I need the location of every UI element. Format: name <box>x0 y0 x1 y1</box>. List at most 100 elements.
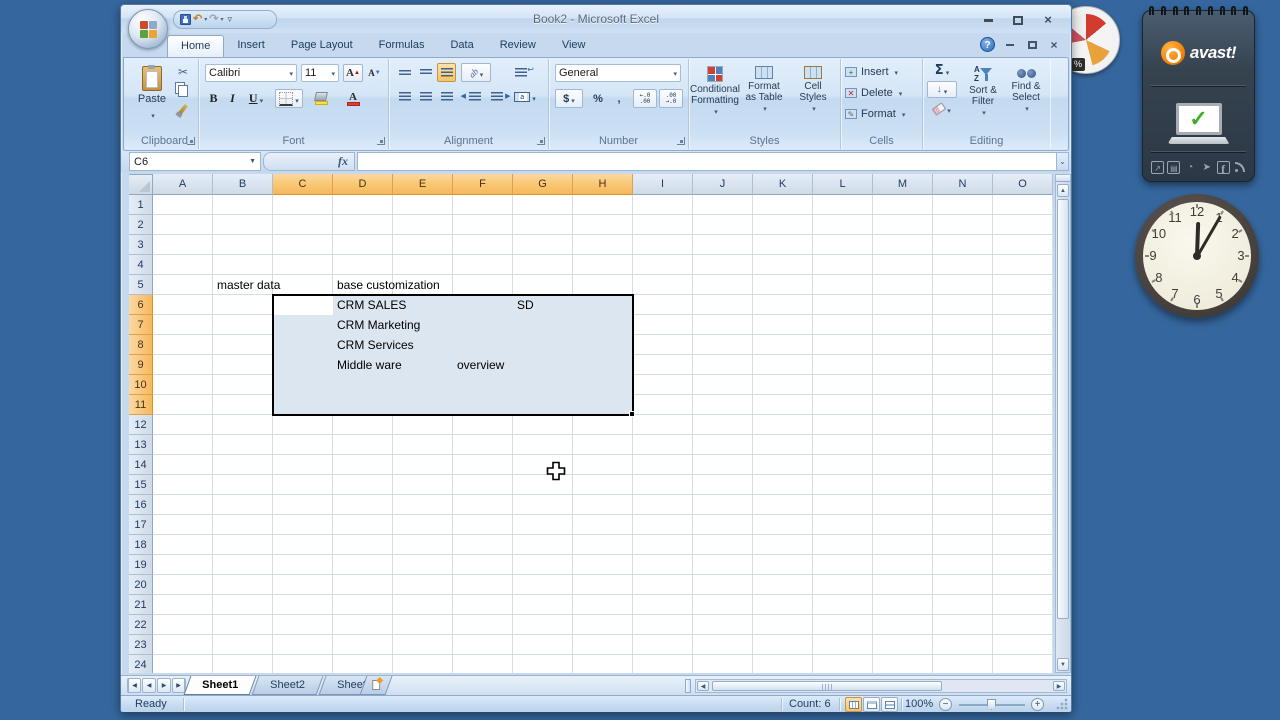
shrink-font-button[interactable]: A ▼ <box>365 64 384 82</box>
column-header-o[interactable]: O <box>993 174 1053 195</box>
office-button[interactable] <box>128 9 168 49</box>
row-header-17[interactable]: 17 <box>129 515 153 535</box>
top-align-button[interactable] <box>395 63 414 82</box>
news-icon[interactable]: ▤ <box>1167 160 1181 174</box>
help-button[interactable]: ? <box>980 37 995 52</box>
horizontal-split-handle[interactable] <box>685 679 691 693</box>
row-header-10[interactable]: 10 <box>129 375 153 395</box>
column-header-e[interactable]: E <box>393 174 453 195</box>
rss-icon[interactable] <box>1233 161 1246 174</box>
delete-cells-button[interactable]: ✕ Delete <box>845 84 902 102</box>
workbook-restore-button[interactable] <box>1023 39 1041 51</box>
middle-align-button[interactable] <box>416 63 435 82</box>
select-all-corner[interactable] <box>129 174 153 195</box>
row-header-1[interactable]: 1 <box>129 195 153 215</box>
column-header-f[interactable]: F <box>453 174 513 195</box>
column-header-j[interactable]: J <box>693 174 753 195</box>
format-as-table-button[interactable]: Format as Table <box>741 62 787 122</box>
vertical-scroll-thumb[interactable] <box>1057 199 1069 619</box>
tab-review[interactable]: Review <box>487 35 549 57</box>
normal-view-button[interactable] <box>845 697 862 712</box>
avast-gadget[interactable]: avast! ✓ ↗ ▤ ◔ ➤ f <box>1142 6 1255 182</box>
column-header-k[interactable]: K <box>753 174 813 195</box>
zoom-slider-thumb[interactable] <box>987 699 996 710</box>
align-right-button[interactable] <box>437 87 456 106</box>
formula-input[interactable] <box>357 152 1057 171</box>
redo-dropdown-icon[interactable]: ▾ <box>220 16 223 23</box>
increase-indent-button[interactable] <box>487 87 511 106</box>
tab-insert[interactable]: Insert <box>224 35 278 57</box>
row-header-6[interactable]: 6 <box>129 295 153 315</box>
decrease-indent-button[interactable] <box>461 87 484 106</box>
zoom-level[interactable]: 100% <box>905 698 933 710</box>
selection-fill-handle[interactable] <box>629 411 635 417</box>
format-cells-button[interactable]: ✎ Format <box>845 105 905 123</box>
row-header-3[interactable]: 3 <box>129 235 153 255</box>
scroll-up-icon[interactable]: ▲ <box>1057 184 1069 197</box>
column-header-h[interactable]: H <box>573 174 633 195</box>
workbook-minimize-button[interactable] <box>1001 39 1019 51</box>
insert-cells-button[interactable]: + Insert <box>845 63 898 81</box>
sort-filter-button[interactable]: Sort & Filter <box>961 62 1005 122</box>
resize-grip-icon[interactable] <box>1056 698 1068 710</box>
row-header-18[interactable]: 18 <box>129 535 153 555</box>
column-header-l[interactable]: L <box>813 174 873 195</box>
undo-dropdown-icon[interactable]: ▾ <box>204 16 207 23</box>
grow-font-button[interactable]: A ▲ <box>343 64 363 82</box>
tab-home[interactable]: Home <box>167 35 225 57</box>
row-header-22[interactable]: 22 <box>129 615 153 635</box>
next-sheet-icon[interactable]: ▶ <box>157 678 171 693</box>
cell-d5[interactable]: base customization <box>333 275 440 295</box>
row-header-16[interactable]: 16 <box>129 495 153 515</box>
percent-style-button[interactable]: % <box>587 89 609 108</box>
borders-button[interactable] <box>275 89 303 108</box>
bold-button[interactable]: B <box>205 89 222 108</box>
font-name-combo[interactable]: Calibri <box>205 64 297 82</box>
number-format-combo[interactable]: General <box>555 64 681 82</box>
column-header-g[interactable]: G <box>513 174 573 195</box>
autosum-button[interactable]: Σ <box>927 62 957 79</box>
cut-button[interactable]: ✂ <box>173 63 193 80</box>
font-color-button[interactable]: A <box>339 89 367 108</box>
vertical-split-handle[interactable] <box>1056 175 1070 182</box>
app-close-button[interactable]: × <box>1037 13 1059 26</box>
column-header-d[interactable]: D <box>333 174 393 195</box>
conditional-formatting-button[interactable]: Conditional Formatting <box>690 62 740 122</box>
row-header-23[interactable]: 23 <box>129 635 153 655</box>
alignment-dialog-launcher-icon[interactable] <box>537 137 545 145</box>
decrease-decimal-button[interactable]: .00 →.0 <box>659 89 683 108</box>
italic-button[interactable]: I <box>224 89 241 108</box>
underline-button[interactable]: U <box>243 89 269 108</box>
row-header-9[interactable]: 9 <box>129 355 153 375</box>
zoom-in-button[interactable]: + <box>1031 698 1044 711</box>
row-header-19[interactable]: 19 <box>129 555 153 575</box>
globe-icon[interactable]: ◔ <box>1184 161 1197 174</box>
row-header-2[interactable]: 2 <box>129 215 153 235</box>
page-layout-view-button[interactable] <box>863 697 880 712</box>
increase-decimal-button[interactable]: ←.0 .00 <box>633 89 657 108</box>
row-header-5[interactable]: 5 <box>129 275 153 295</box>
copy-button[interactable] <box>173 82 193 99</box>
expand-formula-bar-icon[interactable]: ⌄ <box>1056 152 1069 171</box>
row-header-7[interactable]: 7 <box>129 315 153 335</box>
page-break-view-button[interactable] <box>881 697 898 712</box>
merge-center-button[interactable]: a <box>509 87 541 106</box>
horizontal-scrollbar[interactable]: ◀ ▶ <box>695 679 1067 693</box>
tab-formulas[interactable]: Formulas <box>366 35 438 57</box>
format-painter-button[interactable] <box>173 101 193 118</box>
scroll-left-icon[interactable]: ◀ <box>697 681 709 691</box>
app-maximize-button[interactable] <box>1007 14 1029 26</box>
fill-color-button[interactable] <box>307 89 335 108</box>
wrap-text-button[interactable] <box>509 63 534 82</box>
row-header-14[interactable]: 14 <box>129 455 153 475</box>
undo-icon[interactable]: ↶ <box>193 14 202 25</box>
column-header-i[interactable]: I <box>633 174 693 195</box>
bottom-align-button[interactable] <box>437 63 456 82</box>
row-header-20[interactable]: 20 <box>129 575 153 595</box>
column-header-b[interactable]: B <box>213 174 273 195</box>
column-header-m[interactable]: M <box>873 174 933 195</box>
twitter-icon[interactable]: ➤ <box>1200 161 1213 174</box>
row-header-24[interactable]: 24 <box>129 655 153 673</box>
grid-body[interactable]: master data base customization CRM SALES SD… <box>153 195 1053 673</box>
column-header-c[interactable]: C <box>273 174 333 195</box>
